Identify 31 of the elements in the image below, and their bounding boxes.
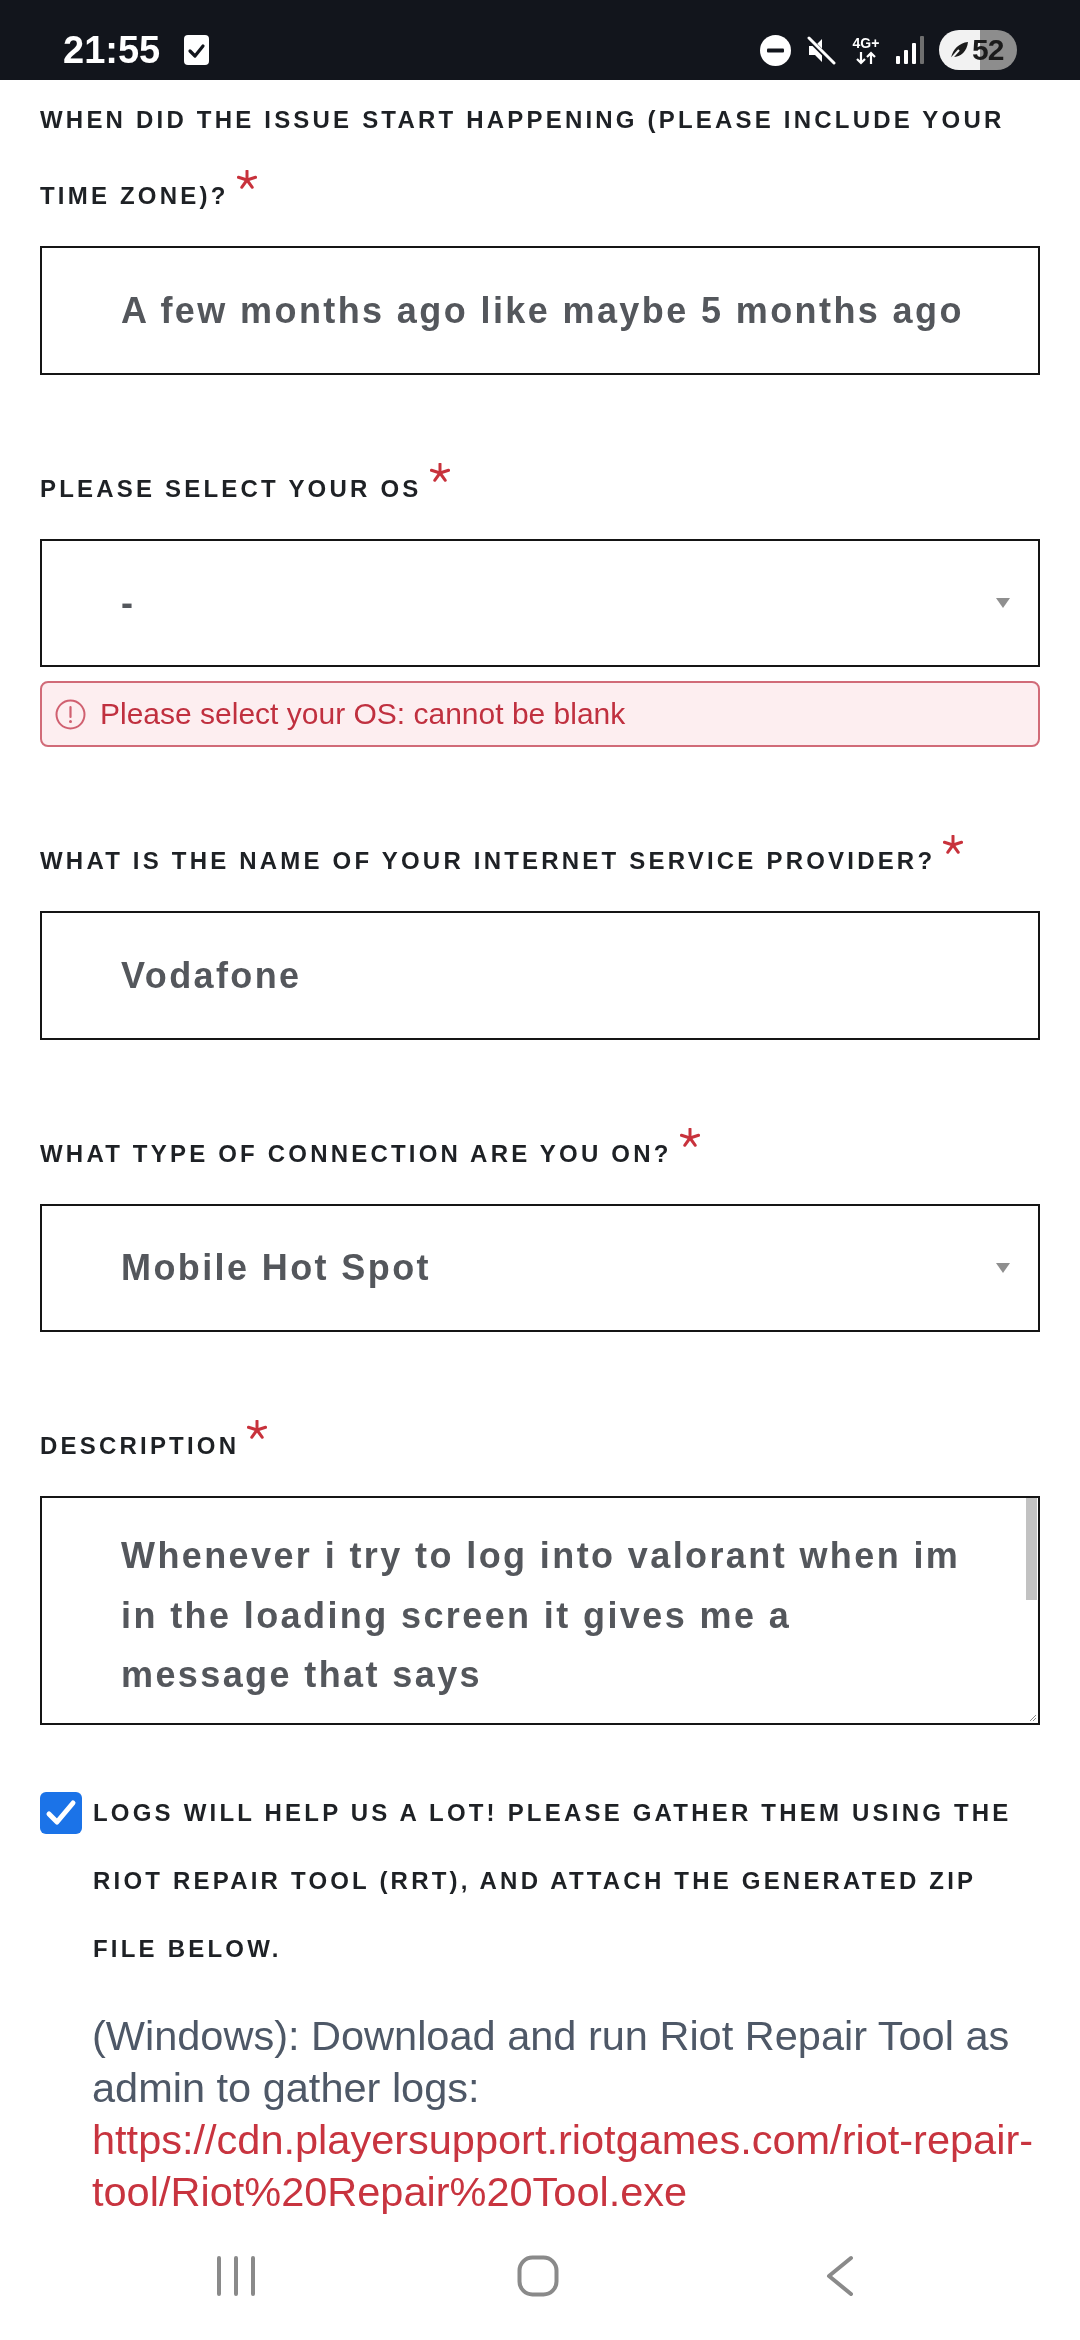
scrollbar-thumb[interactable] [1026, 1498, 1037, 1600]
home-icon[interactable] [517, 2255, 559, 2297]
field-label: PLEASE SELECT YOUR OS [40, 475, 422, 502]
checkbox[interactable] [40, 1792, 82, 1834]
dropdown-caret-icon [996, 1263, 1010, 1273]
muted-speaker-icon [805, 34, 836, 66]
dropdown-caret-icon [996, 598, 1010, 608]
do-not-disturb-icon [760, 34, 791, 66]
field-label: DESCRIPTION [40, 1432, 240, 1459]
checkbox-label: LOGS WILL HELP US A LOT! PLEASE GATHER THEM USING THE RIOT REPAIR TOOL (RRT), AND ATTACH THE GENERATED ZIP FILE BELOW. [93, 1798, 1013, 1964]
field-label: WHEN DID THE ISSUE START HAPPENING (PLEASE INCLUDE YOUR TIME ZONE)? [40, 106, 1005, 209]
alert-circle-icon [55, 698, 86, 730]
leaf-icon [948, 39, 970, 61]
text-input-field[interactable]: A few months ago like maybe 5 months ago [40, 246, 1040, 375]
field-label: WHAT TYPE OF CONNECTION ARE YOU ON? [40, 1140, 672, 1167]
dropdown-field[interactable]: - [40, 539, 1040, 667]
field-label: WHAT IS THE NAME OF YOUR INTERNET SERVICE PROVIDER? [40, 847, 936, 874]
checklist-notification-icon [184, 35, 210, 65]
data-arrows-icon [855, 50, 877, 65]
dropdown-field[interactable]: Mobile Hot Spot [40, 1204, 1040, 1332]
instructions-text: (Windows): Download and run Riot Repair Tool as admin to gather logs: [92, 2011, 1011, 2113]
text-input-field[interactable]: Vodafone [40, 911, 1040, 1040]
download-link[interactable]: https://cdn.playersupport.riotgames.com/riot-repair-tool/Riot%20Repair%20Tool.exe [92, 2114, 1040, 2218]
signal-icon [896, 36, 925, 64]
status-time: 21:55 [63, 28, 161, 72]
description-textarea[interactable]: Whenever i try to log into valorant when im in the loading screen it gives me a message that says [40, 1496, 1040, 1725]
resize-grip-icon[interactable] [1029, 1714, 1037, 1722]
error-text: Please select your OS: cannot be blank [100, 697, 626, 731]
recent-apps-icon[interactable] [216, 2255, 256, 2297]
network-type-text: 4G+ [852, 35, 880, 51]
back-icon[interactable] [825, 2255, 855, 2297]
